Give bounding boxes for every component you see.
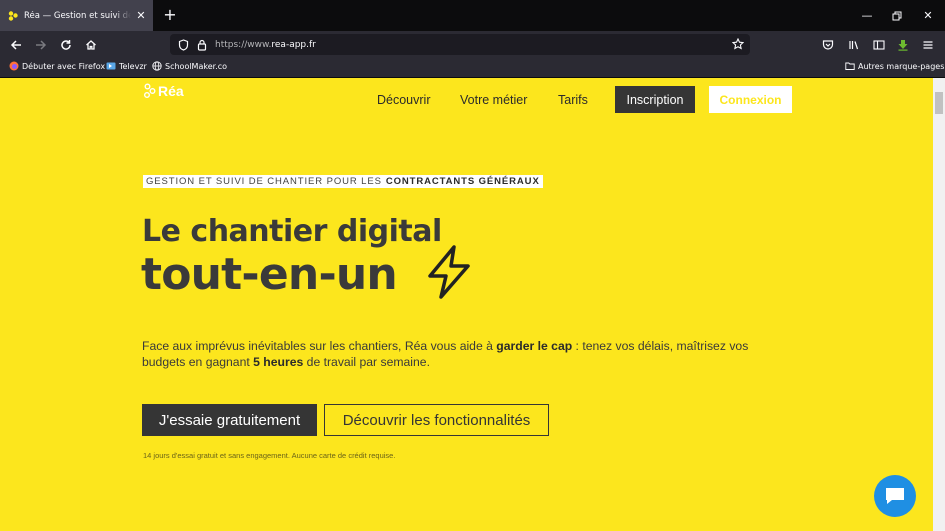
discover-features-button[interactable]: Découvrir les fonctionnalités [324, 404, 549, 436]
free-trial-button[interactable]: J'essaie gratuitement [142, 404, 317, 436]
scrollbar-thumb[interactable] [935, 92, 943, 114]
hero-description: Face aux imprévus inévitables sur les ch… [142, 339, 749, 369]
minimize-window-icon[interactable]: — [851, 0, 883, 31]
tab-title: Réa — Gestion et suivi de chantier [24, 10, 131, 21]
sidebar-icon[interactable] [869, 35, 889, 55]
nav-discover[interactable]: Découvrir [377, 86, 431, 114]
close-window-icon[interactable]: ✕ [912, 0, 944, 31]
bookmark-star-icon[interactable] [732, 38, 744, 50]
chat-widget-button[interactable] [874, 475, 916, 517]
hero-headline-line1: Le chantier digital [142, 214, 442, 249]
browser-tab-active[interactable]: Réa — Gestion et suivi de chantier ✕ [0, 0, 153, 31]
rea-favicon-icon [8, 10, 18, 21]
url-text: https://www.rea-app.fr [215, 39, 316, 50]
browser-toolbar: https://www.rea-app.fr [0, 31, 945, 58]
firefox-icon [9, 61, 19, 71]
reload-icon[interactable] [56, 35, 76, 55]
tab-strip: Réa — Gestion et suivi de chantier ✕ + —… [0, 0, 945, 31]
bookmark-schoolmaker[interactable]: SchoolMaker.co [152, 61, 227, 71]
menu-icon[interactable] [918, 35, 938, 55]
page-scrollbar[interactable] [933, 78, 945, 531]
back-icon[interactable] [6, 35, 26, 55]
other-bookmarks[interactable]: Autres marque-pages [845, 61, 944, 71]
signup-button[interactable]: Inscription [615, 86, 695, 113]
page-viewport: Réa Découvrir Votre métier Tarifs Inscri… [0, 78, 945, 531]
trial-fine-print: 14 jours d'essai gratuit et sans engagem… [143, 451, 396, 460]
login-button[interactable]: Connexion [709, 86, 792, 113]
restore-window-icon[interactable] [881, 0, 913, 31]
chat-bubble-icon [886, 488, 904, 504]
tab-close-icon[interactable]: ✕ [135, 9, 147, 22]
bookmark-firefox[interactable]: Débuter avec Firefox [9, 61, 105, 71]
bookmark-televzr[interactable]: Televzr [106, 61, 147, 71]
hero-tagline: GESTION ET SUIVI DE CHANTIER POUR LES CON… [143, 175, 543, 188]
bookmarks-toolbar: Débuter avec Firefox Televzr SchoolMaker… [0, 58, 945, 78]
nav-pricing[interactable]: Tarifs [558, 86, 588, 114]
lightning-bolt-icon [428, 245, 470, 299]
televzr-icon [106, 62, 116, 70]
lock-icon[interactable] [197, 39, 207, 51]
folder-icon [845, 62, 855, 70]
rea-logo-icon [144, 83, 156, 98]
library-icon[interactable] [844, 35, 864, 55]
download-extension-icon[interactable] [893, 35, 913, 55]
globe-icon [152, 61, 162, 71]
url-bar[interactable]: https://www.rea-app.fr [170, 34, 750, 55]
nav-job[interactable]: Votre métier [460, 86, 527, 114]
site-logo[interactable]: Réa [143, 83, 184, 99]
home-icon[interactable] [81, 35, 101, 55]
forward-icon[interactable] [31, 35, 51, 55]
hero-headline-line2: tout-en-un [141, 249, 398, 300]
pocket-icon[interactable] [818, 35, 838, 55]
new-tab-icon[interactable]: + [161, 6, 179, 24]
tracking-shield-icon[interactable] [178, 38, 189, 51]
